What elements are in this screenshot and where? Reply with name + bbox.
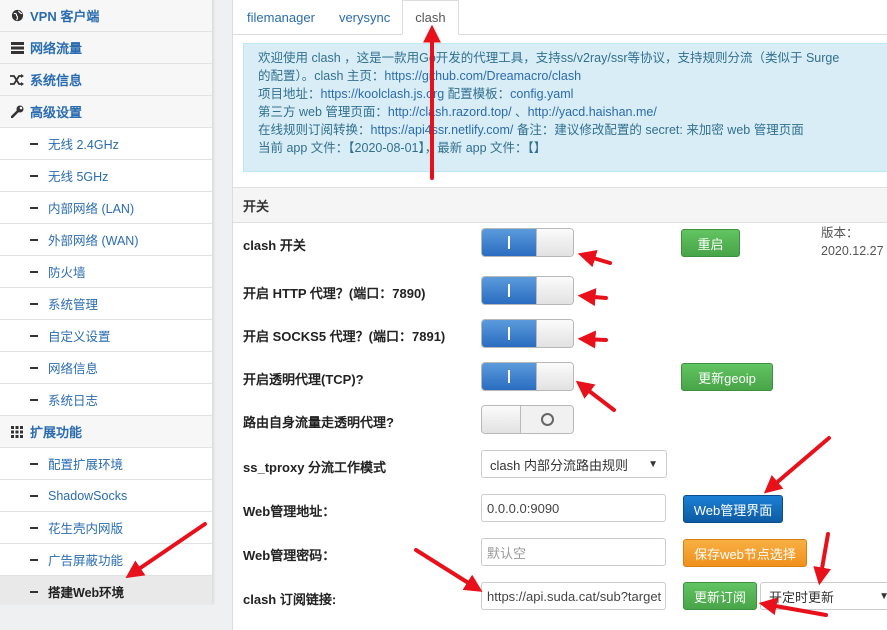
sidebar-item-lan[interactable]: 内部网络 (LAN)	[0, 192, 212, 224]
tproxy-mode-select[interactable]: clash 内部分流路由规则 ▼	[481, 450, 667, 478]
sidebar-item-label: 配置扩展环境	[48, 458, 124, 472]
version-info: 版本： 2020.12.27	[821, 224, 884, 260]
update-sub-button[interactable]: 更新订阅	[683, 582, 757, 610]
sidebar-item-label: 系统管理	[48, 298, 99, 312]
info-line: 第三方 web 管理页面：http://clash.razord.top/ 、h…	[258, 105, 657, 119]
info-line: 欢迎使用 clash ，这是一款用Go开发的代理工具，支持ss/v2ray/ss…	[258, 51, 840, 65]
info-line: 的配置）。clash 主页：https://github.com/Dreamac…	[258, 69, 582, 83]
sidebar-item-label: 搭建Web环境	[48, 586, 125, 600]
chevron-down-icon: ▼	[879, 590, 887, 602]
grid-icon	[10, 425, 24, 439]
row-label: 开启透明代理(TCP)?	[243, 372, 364, 387]
sidebar-item-network-info[interactable]: 网络信息	[0, 352, 212, 384]
row-label: ss_tproxy 分流工作模式	[243, 460, 387, 475]
tab-bar: filemanager verysync clash	[233, 0, 887, 35]
sidebar-item-wifi-5[interactable]: 无线 5GHz	[0, 160, 212, 192]
row-label: 开启 SOCKS5 代理？(端口：7891)	[243, 329, 446, 344]
restart-button[interactable]: 重启	[681, 229, 740, 257]
sidebar-item-label: 网络流量	[30, 41, 83, 56]
info-panel: 欢迎使用 clash ，这是一款用Go开发的代理工具，支持ss/v2ray/ss…	[243, 43, 887, 172]
web-addr-input[interactable]: 0.0.0.0:9090	[481, 494, 666, 522]
wrench-icon	[10, 105, 24, 119]
sidebar-item-firewall[interactable]: 防火墙	[0, 256, 212, 288]
row-label: 开启 HTTP 代理？(端口：7890)	[243, 286, 426, 301]
socks5-proxy-toggle[interactable]	[481, 319, 574, 348]
update-geoip-button[interactable]: 更新geoip	[681, 363, 773, 391]
sidebar-item-label: 外部网络 (WAN)	[48, 234, 139, 248]
clash-switch-toggle[interactable]	[481, 228, 574, 257]
sidebar-item-system-log[interactable]: 系统日志	[0, 384, 212, 416]
sidebar-item-ext-env[interactable]: 配置扩展环境	[0, 448, 212, 480]
http-proxy-toggle[interactable]	[481, 276, 574, 305]
sub-convert-link[interactable]: https://api4ssr.netlify.com/	[371, 123, 514, 137]
sidebar-item-extensions[interactable]: 扩展功能	[0, 416, 212, 448]
main-panel: filemanager verysync clash 欢迎使用 clash ，这…	[232, 0, 887, 630]
sidebar-item-label: VPN 客户端	[30, 9, 100, 24]
config-template-link[interactable]: config.yaml	[510, 87, 573, 101]
sidebar-item-oray[interactable]: 花生壳内网版	[0, 512, 212, 544]
shuffle-icon	[10, 73, 24, 87]
sidebar-item-label: 系统日志	[48, 394, 99, 408]
sidebar-item-wan[interactable]: 外部网络 (WAN)	[0, 224, 212, 256]
project-link[interactable]: https://koolclash.js.org	[321, 87, 445, 101]
chevron-down-icon: ▼	[648, 458, 658, 470]
sidebar-item-wifi-24[interactable]: 无线 2.4GHz	[0, 128, 212, 160]
row-label: 路由自身流量走透明代理?	[243, 415, 394, 430]
tab-verysync[interactable]: verysync	[327, 0, 402, 34]
list-icon	[10, 41, 24, 55]
sidebar-item-label: ShadowSocks	[48, 488, 128, 503]
sidebar-item-label: 高级设置	[30, 105, 83, 120]
row-label: Web管理密码：	[243, 548, 336, 563]
razord-link[interactable]: http://clash.razord.top/	[388, 105, 512, 119]
sidebar-item-label: 系统信息	[30, 73, 83, 88]
sidebar-item-label: 网络信息	[48, 362, 99, 376]
sidebar-item-system-admin[interactable]: 系统管理	[0, 288, 212, 320]
sidebar-item-system-info[interactable]: 系统信息	[0, 64, 212, 96]
globe-icon	[10, 9, 24, 23]
sidebar-item-vpn-client[interactable]: VPN 客户端	[0, 0, 212, 32]
row-label: clash 开关	[243, 238, 306, 253]
sidebar-item-label: 广告屏蔽功能	[48, 554, 124, 568]
sidebar-item-label: 花生壳内网版	[48, 522, 124, 536]
web-pass-input[interactable]: 默认空	[481, 538, 666, 566]
sidebar-item-traffic[interactable]: 网络流量	[0, 32, 212, 64]
sidebar-item-web-env[interactable]: 搭建Web环境	[0, 576, 212, 604]
sub-link-input[interactable]: https://api.suda.cat/sub?target	[481, 582, 666, 610]
sidebar-item-label: 自定义设置	[48, 330, 111, 344]
web-ui-button[interactable]: Web管理界面	[683, 495, 783, 523]
yacd-link[interactable]: http://yacd.haishan.me/	[528, 105, 657, 119]
clash-home-link[interactable]: https://github.com/Dreamacro/clash	[384, 69, 581, 83]
sidebar-item-shadowsocks[interactable]: ShadowSocks	[0, 480, 212, 512]
tab-clash[interactable]: clash	[402, 0, 459, 35]
schedule-select[interactable]: 开定时更新 ▼	[760, 582, 887, 610]
sidebar: VPN 客户端 网络流量 系统信息 高级设置 无线 2.4GHz 无线 5GHz…	[0, 0, 213, 604]
row-label: Web管理地址：	[243, 504, 336, 519]
self-traffic-toggle[interactable]	[481, 405, 574, 434]
version-value: 2020.12.27	[821, 244, 884, 258]
sidebar-item-adblock[interactable]: 广告屏蔽功能	[0, 544, 212, 576]
info-line: 当前 app 文件：【2020-08-01】，最新 app 文件：【】	[258, 141, 547, 155]
row-label: clash 订阅链接:	[243, 592, 337, 607]
tproxy-toggle[interactable]	[481, 362, 574, 391]
version-label: 版本：	[821, 226, 859, 240]
section-title: 开关	[233, 187, 887, 223]
sidebar-item-label: 无线 2.4GHz	[48, 138, 119, 152]
tab-filemanager[interactable]: filemanager	[235, 0, 327, 34]
sidebar-item-advanced[interactable]: 高级设置	[0, 96, 212, 128]
sidebar-item-label: 内部网络 (LAN)	[48, 202, 135, 216]
off-circle-icon	[540, 413, 554, 426]
sidebar-item-label: 无线 5GHz	[48, 170, 109, 184]
sidebar-item-label: 防火墙	[48, 266, 86, 280]
sidebar-item-custom-settings[interactable]: 自定义设置	[0, 320, 212, 352]
info-line: 项目地址：https://koolclash.js.org 配置模板：confi…	[258, 87, 574, 101]
save-web-node-button[interactable]: 保存web节点选择	[683, 539, 807, 567]
sidebar-item-label: 扩展功能	[30, 425, 83, 440]
info-line: 在线规则订阅转换：https://api4ssr.netlify.com/ 备注…	[258, 123, 804, 137]
